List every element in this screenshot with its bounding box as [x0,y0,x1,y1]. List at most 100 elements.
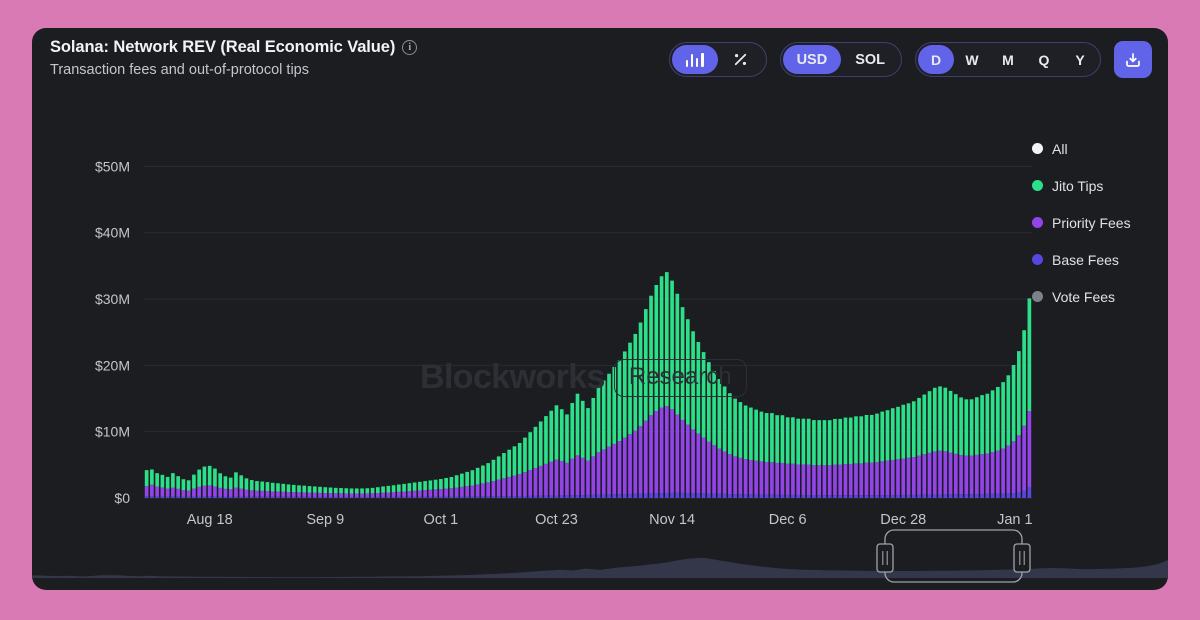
chart-bar-segment [891,460,895,495]
interval-option-y[interactable]: Y [1062,45,1098,74]
chart-bar-segment [455,475,459,487]
chart-bar-segment [518,496,522,498]
chart-bar-segment [607,447,611,495]
range-navigator[interactable] [32,528,1168,590]
chart-bar-segment [828,465,832,495]
chart-bar-segment [292,485,296,492]
chart-bar-segment [1001,448,1005,493]
chart-bar-segment [224,476,228,489]
chart-plot-area[interactable]: $0$10M$20M$30M$40M$50MAug 18Sep 9Oct 1Oc… [32,100,1032,530]
chart-bar-segment [570,459,574,495]
currency-option-usd[interactable]: USD [783,45,842,74]
chart-bar-segment [313,486,317,492]
chart-bar-segment [339,493,343,497]
chart-bar-segment [234,472,238,487]
chart-bar-segment [654,493,658,498]
chart-bar-segment [980,395,984,454]
chart-bar-segment [681,493,685,498]
download-button[interactable] [1114,41,1152,78]
chart-bar-segment [986,394,990,454]
chart-bar-segment [187,480,191,490]
chart-bar-segment [1022,426,1026,491]
chart-bar-segment [964,399,968,455]
chart-bar-segment [413,491,417,497]
x-axis-tick-label: Oct 23 [535,512,578,528]
legend-item-base-fees[interactable]: Base Fees [1032,241,1168,278]
legend-swatch-vote-fees [1032,291,1043,302]
chart-bar-segment [497,496,501,498]
chart-bar-segment [145,470,149,486]
chart-bar-segment [723,386,727,451]
chart-bar-segment [318,493,322,497]
legend-item-priority-fees[interactable]: Priority Fees [1032,204,1168,241]
chart-bar-segment [991,494,995,498]
chart-bar-segment [707,442,711,494]
legend-swatch-all [1032,143,1043,154]
chart-bar-segment [381,493,385,497]
chart-bar-segment [434,489,438,496]
chart-bar-segment [1017,492,1021,498]
chart-bar-segment [555,405,559,459]
chart-bar-segment [297,497,301,498]
navigator-handle-left[interactable] [877,544,893,572]
chart-bar-segment [770,495,774,498]
chart-bar-segment [287,484,291,492]
chart-bar-segment [392,497,396,498]
percent-view-button[interactable] [718,45,764,74]
chart-bar-segment [481,466,485,484]
chart-bar-segment [197,496,201,498]
interval-option-d[interactable]: D [918,45,954,74]
chart-bar-segment [781,495,785,498]
chart-bar-segment [975,494,979,498]
chart-bar-segment [959,455,963,494]
interval-option-w[interactable]: W [954,45,990,74]
chart-bar-segment [1012,441,1016,493]
chart-bar-segment [518,443,522,474]
chart-bar-segment [329,497,333,498]
chart-bar-segment [933,495,937,498]
info-icon[interactable]: i [402,40,417,55]
chart-bar-segment [586,408,590,460]
chart-bar-segment [838,465,842,496]
chart-bar-segment [675,414,679,492]
chart-bar-segment [581,495,585,498]
navigator-handle-right[interactable] [1014,544,1030,572]
chart-bar-segment [513,476,517,497]
chart-bar-segment [229,489,233,496]
chart-bar-segment [949,494,953,498]
chart-bar-segment [1028,487,1032,498]
legend-item-vote-fees[interactable]: Vote Fees [1032,278,1168,315]
chart-bar-segment [865,463,869,495]
chart-bar-segment [639,426,643,494]
chart-bar-segment [744,459,748,494]
chart-bar-segment [224,489,228,497]
chart-bar-segment [471,470,475,485]
x-axis-tick-label: Aug 18 [187,512,233,528]
chart-bar-segment [271,497,275,498]
chart-bar-segment [697,342,701,434]
chart-bar-segment [549,496,553,498]
chart-bar-segment [660,493,664,498]
chart-bar-segment [975,397,979,455]
legend-item-all[interactable]: All [1032,130,1168,167]
chart-bar-segment [334,497,338,498]
chart-bar-segment [460,496,464,498]
chart-bar-segment [450,488,454,496]
chart-bar-segment [344,488,348,493]
chart-bar-segment [534,427,538,468]
chart-bar-segment [444,478,448,489]
chart-bar-segment [980,454,984,494]
chart-bar-segment [912,457,916,495]
legend-item-jito-tips[interactable]: Jito Tips [1032,167,1168,204]
chart-bar-segment [849,418,853,464]
chart-bar-segment [823,420,827,465]
interval-option-q[interactable]: Q [1026,45,1062,74]
chart-bar-segment [964,456,968,494]
x-axis-tick-label: Dec 28 [880,512,926,528]
chart-bar-segment [628,434,632,494]
currency-option-sol[interactable]: SOL [841,45,899,74]
interval-option-m[interactable]: M [990,45,1026,74]
chart-bar-segment [245,490,249,497]
chart-bar-segment [381,486,385,492]
bar-chart-view-button[interactable] [672,45,718,74]
